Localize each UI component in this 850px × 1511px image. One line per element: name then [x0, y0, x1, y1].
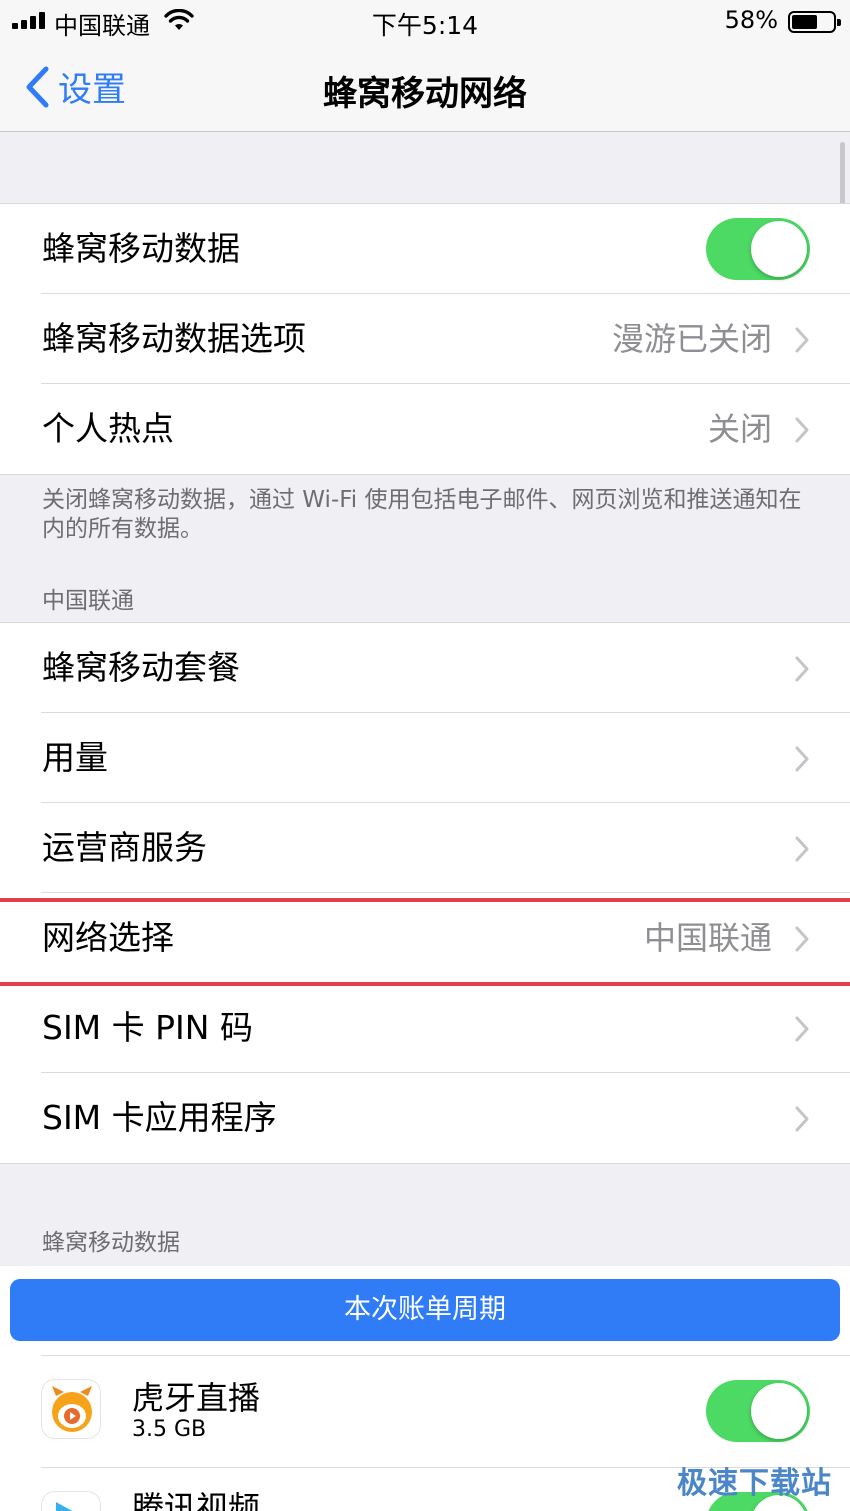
chevron-right-icon: [795, 926, 809, 952]
sim-pin-row[interactable]: SIM 卡 PIN 码: [0, 983, 850, 1073]
app-data-usage: 3.5 GB: [132, 1417, 207, 1442]
highlight-line-bottom: [0, 982, 850, 986]
cellular-data-toggle[interactable]: [706, 218, 810, 280]
chevron-right-icon: [795, 1016, 809, 1042]
usage-label: 用量: [42, 738, 108, 777]
app-name: 虎牙直播: [132, 1379, 261, 1417]
cellular-data-label: 蜂窝移动数据: [42, 229, 240, 268]
chevron-right-icon: [795, 417, 809, 443]
roaming-status-value: 漫游已关闭: [611, 320, 772, 358]
app-row: 虎牙直播 3.5 GB: [0, 1355, 850, 1467]
cellular-data-footer-note: 关闭蜂窝移动数据，通过 Wi-Fi 使用包括电子邮件、网页浏览和推送通知在内的所…: [42, 487, 802, 542]
chevron-right-icon: [795, 656, 809, 682]
sim-applications-row[interactable]: SIM 卡应用程序: [0, 1073, 850, 1163]
cellular-data-options-label: 蜂窝移动数据选项: [42, 319, 306, 358]
cellular-data-section-header: 蜂窝移动数据: [42, 1230, 180, 1256]
carrier-services-label: 运营商服务: [42, 828, 207, 867]
tencent-video-app-icon: [41, 1491, 101, 1511]
battery-percentage: 58%: [724, 6, 778, 34]
chevron-right-icon: [795, 746, 809, 772]
network-selection-value: 中国联通: [643, 919, 772, 957]
carrier-services-row[interactable]: 运营商服务: [0, 803, 850, 893]
cellular-plans-row[interactable]: 蜂窝移动套餐: [0, 623, 850, 713]
network-selection-row[interactable]: 网络选择 中国联通: [0, 893, 850, 983]
sim-pin-label: SIM 卡 PIN 码: [42, 1008, 253, 1047]
sim-applications-label: SIM 卡应用程序: [42, 1098, 277, 1137]
navigation-bar: 设置 蜂窝移动网络: [0, 44, 850, 132]
huya-app-icon: [41, 1379, 101, 1439]
usage-row[interactable]: 用量: [0, 713, 850, 803]
highlight-line-top: [0, 898, 850, 902]
battery-icon: [788, 11, 841, 33]
personal-hotspot-value: 关闭: [707, 410, 772, 448]
status-bar: 中国联通 下午5:14 58%: [0, 0, 850, 44]
personal-hotspot-row[interactable]: 个人热点 关闭: [0, 384, 850, 474]
chevron-right-icon: [795, 1106, 809, 1132]
cellular-plans-label: 蜂窝移动套餐: [42, 648, 240, 687]
chevron-right-icon: [795, 836, 809, 862]
carrier-section-header: 中国联通: [42, 588, 134, 614]
page-title: 蜂窝移动网络: [323, 74, 527, 114]
current-billing-period-button[interactable]: 本次账单周期: [10, 1279, 840, 1341]
clock: 下午5:14: [371, 11, 479, 40]
cellular-settings-group: 蜂窝移动数据 蜂窝移动数据选项 漫游已关闭 个人热点 关闭: [0, 203, 850, 475]
app-cellular-toggle[interactable]: [706, 1380, 810, 1442]
carrier-settings-group: 蜂窝移动套餐 用量 运营商服务 网络选择 中国联通 SIM 卡 PIN 码 SI…: [0, 622, 850, 1164]
chevron-right-icon: [795, 327, 809, 353]
watermark: 极速下载站: [677, 1466, 832, 1501]
app-name: 腾讯视频: [132, 1489, 261, 1511]
cellular-data-options-row[interactable]: 蜂窝移动数据选项 漫游已关闭: [0, 294, 850, 384]
network-selection-label: 网络选择: [42, 918, 174, 957]
personal-hotspot-label: 个人热点: [42, 409, 174, 448]
cellular-data-row: 蜂窝移动数据: [0, 204, 850, 294]
